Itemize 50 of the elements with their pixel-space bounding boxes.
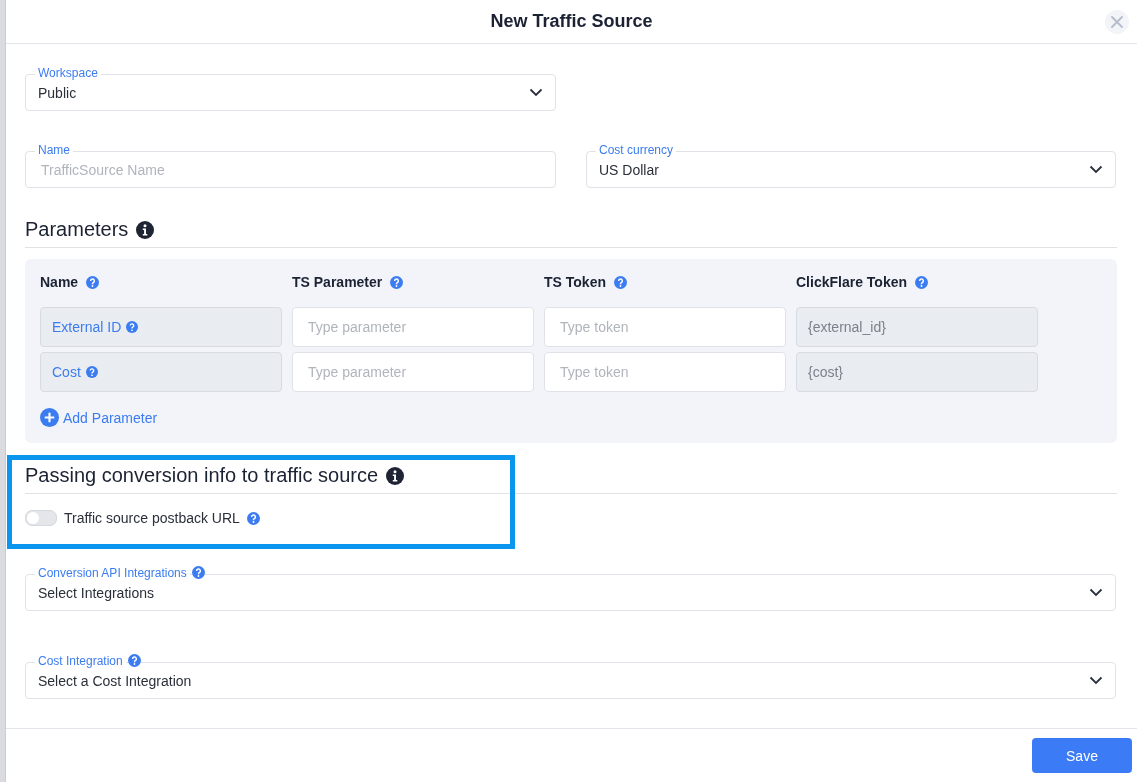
clickflare-token-field: {cost} [796,352,1038,392]
help-icon [390,275,404,289]
column-header: Name [40,274,79,290]
save-button[interactable]: Save [1032,738,1132,773]
select-value: Public [38,84,77,101]
dialog-title: New Traffic Source [490,11,653,32]
integrations-select[interactable]: Conversion API Integrations Select Integrations [25,566,1116,611]
field-label: Cost Integration [35,654,126,668]
ts-token-input[interactable]: Type token [544,352,786,392]
column-header: TS Token [544,274,606,290]
currency-select[interactable]: Cost currency US Dollar [586,143,1116,188]
field-label: Name [35,143,73,157]
select-value: Select Integrations [38,584,154,601]
help-icon [915,275,928,289]
help-icon [192,566,205,579]
help-icon [85,366,98,378]
help-icon [246,511,260,525]
info-icon [136,220,155,239]
ts-parameter-input[interactable]: Type parameter [292,307,534,347]
cost-integration-select[interactable]: Cost Integration Select a Cost Integration [25,654,1116,699]
close-icon [1111,16,1123,28]
field-label: Conversion API Integrations [35,566,190,580]
toggle-switch[interactable] [25,510,57,526]
toggle-label: Traffic source postback URL [64,510,240,526]
help-icon [126,321,139,333]
parameter-name-cell: Cost [40,352,282,392]
add-parameter-button[interactable]: Add Parameter [40,408,158,427]
parameter-name-cell: External ID [40,307,282,347]
ts-parameter-input[interactable]: Type parameter [292,352,534,392]
help-icon [613,275,627,289]
field-label: Cost currency [596,143,677,157]
plus-circle-icon [40,408,59,427]
help-icon [86,275,100,289]
section-title: Passing conversion info to traffic source [25,464,379,487]
section-title: Parameters [25,218,129,241]
chevron-down-icon [1089,676,1103,685]
chevron-down-icon [1089,165,1103,174]
workspace-select[interactable]: Workspace Public [25,66,556,111]
chevron-down-icon [529,88,543,97]
help-icon [128,654,141,667]
column-header: TS Parameter [292,274,383,290]
chevron-down-icon [1089,588,1103,597]
info-icon [386,466,405,485]
select-value: Select a Cost Integration [38,672,192,689]
ts-token-input[interactable]: Type token [544,307,786,347]
field-label: Workspace [35,66,101,80]
clickflare-token-field: {external_id} [796,307,1038,347]
select-value: US Dollar [599,161,659,178]
column-header: ClickFlare Token [796,274,907,290]
close-button[interactable] [1105,10,1129,34]
